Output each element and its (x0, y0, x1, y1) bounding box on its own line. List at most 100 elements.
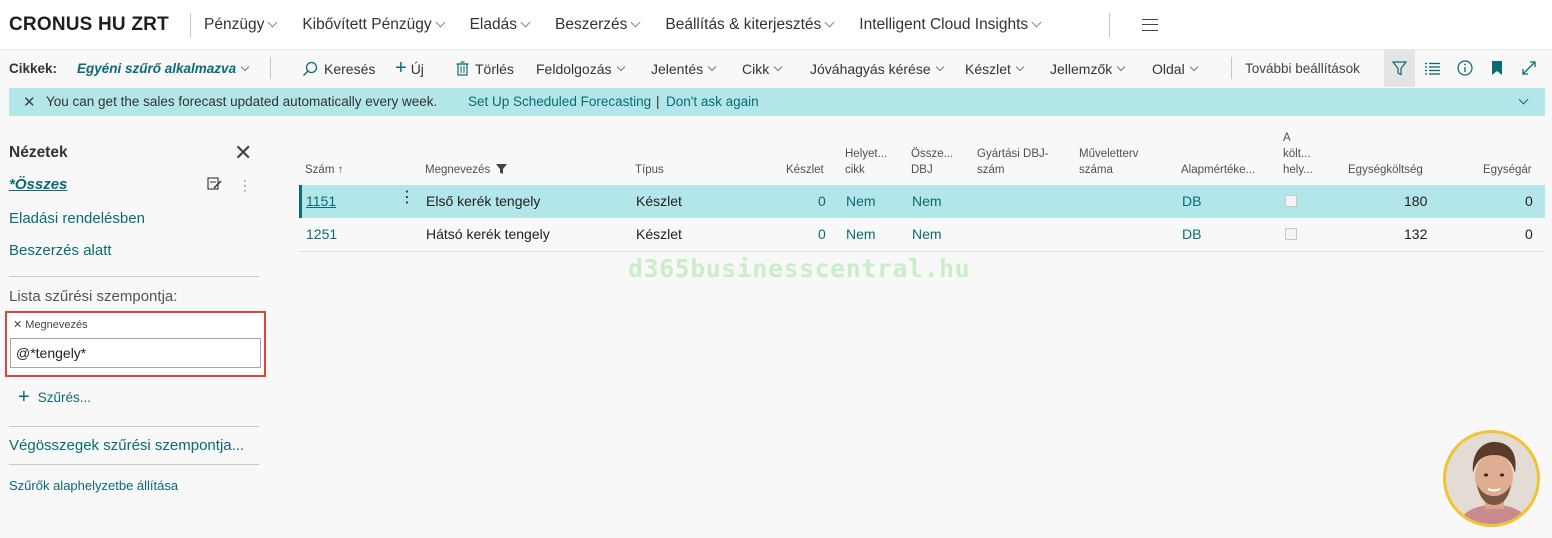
filter-icon (1392, 61, 1407, 76)
reset-filters-link[interactable]: Szűrők alaphelyzetbe állítása (9, 478, 178, 493)
column-header-production-bom[interactable]: Gyártási DBJ-szám (977, 146, 1049, 178)
chevron-down-icon (630, 17, 641, 28)
search-button[interactable]: Keresés (302, 50, 375, 87)
totals-filter-link[interactable]: Végösszegek szűrési szempontja... (9, 437, 244, 454)
nav-item-penzugy[interactable]: Pénzügy (204, 0, 278, 50)
chevron-down-icon[interactable] (1518, 94, 1529, 105)
page-label: Cikkek: (9, 61, 58, 76)
filter-field-box: ✕ Megnevezés @*tengely* (5, 311, 266, 377)
chevron-down-icon (773, 62, 783, 71)
cost-adjusted-checkbox (1285, 195, 1297, 207)
close-icon[interactable]: ✕ (234, 142, 252, 164)
column-header-unit-cost[interactable]: Egységköltség (1348, 162, 1423, 178)
attributes-menu[interactable]: Jellemzők (1050, 50, 1126, 87)
item-assembly-link[interactable]: Nem (912, 193, 942, 209)
column-header-base-uom[interactable]: Alapmértéke... (1181, 162, 1255, 178)
column-header-description[interactable]: Megnevezés (425, 162, 508, 178)
item-unit-cost: 180 (1404, 193, 1428, 209)
chevron-down-icon (824, 17, 835, 28)
filter-indicator[interactable]: Egyéni szűrő alkalmazva (77, 50, 250, 87)
more-options-icon[interactable]: · · · (243, 174, 247, 196)
view-purchase[interactable]: Beszerzés alatt (9, 242, 112, 259)
view-all[interactable]: *Összes (9, 176, 67, 193)
item-uom-link[interactable]: DB (1182, 193, 1201, 209)
list-filter-label: Lista szűrési szempontja: (9, 288, 178, 305)
item-inventory-link[interactable]: 0 (818, 193, 826, 209)
top-navigation: CRONUS HU ZRT Pénzügy Kibővített Pénzügy… (0, 0, 1552, 50)
list-view-icon[interactable] (1425, 62, 1440, 75)
info-icon[interactable] (1457, 60, 1473, 76)
new-button[interactable]: + Új (395, 50, 424, 87)
bookmark-icon[interactable] (1491, 60, 1503, 76)
chevron-down-icon (1117, 62, 1126, 71)
item-no-link[interactable]: 1251 (306, 226, 337, 242)
table-row[interactable]: 1251 Hátsó kerék tengely Készlet 0 Nem N… (299, 218, 1545, 251)
item-inventory-link[interactable]: 0 (818, 226, 826, 242)
column-header-inventory[interactable]: Készlet (786, 162, 824, 178)
delete-button[interactable]: Törlés (456, 50, 514, 87)
nav-item-beallitas[interactable]: Beállítás & kiterjesztés (665, 0, 835, 50)
close-icon[interactable]: ✕ (23, 93, 36, 111)
item-unit-cost: 132 (1404, 226, 1428, 242)
chevron-down-icon (935, 62, 944, 71)
filter-field-name: ✕ Megnevezés (13, 319, 88, 331)
chevron-down-icon (267, 17, 278, 28)
nav-item-intelligent-cloud[interactable]: Intelligent Cloud Insights (859, 0, 1042, 50)
divider (9, 464, 259, 465)
column-header-no[interactable]: Szám ↑ (305, 162, 343, 178)
table-row[interactable]: 1151 ⋮ Első kerék tengely Készlet 0 Nem … (299, 185, 1545, 218)
item-substitutes-link[interactable]: Nem (846, 226, 876, 242)
item-type: Készlet (636, 193, 682, 209)
banner-separator: | (656, 94, 660, 109)
column-header-type[interactable]: Típus (635, 162, 664, 178)
chevron-down-icon (240, 62, 250, 71)
column-header-routing[interactable]: Műveletterv száma (1079, 146, 1138, 178)
item-menu[interactable]: Cikk (742, 50, 783, 87)
cost-adjusted-checkbox (1285, 228, 1297, 240)
column-header-unit-price[interactable]: Egységár (1483, 162, 1532, 178)
item-description: Hátsó kerék tengely (426, 226, 550, 242)
item-description: Első kerék tengely (426, 193, 541, 209)
action-divider (270, 57, 271, 79)
view-sales-orders[interactable]: Eladási rendelésben (9, 210, 145, 227)
nav-item-beszerzes[interactable]: Beszerzés (555, 0, 641, 50)
trash-icon (456, 61, 469, 76)
setup-forecasting-link[interactable]: Set Up Scheduled Forecasting (468, 94, 651, 109)
chevron-down-icon (520, 17, 531, 28)
column-header-substitutes[interactable]: Helyet... cikk (845, 146, 887, 178)
nav-item-kibovitett-penzugy[interactable]: Kibővített Pénzügy (302, 0, 446, 50)
item-substitutes-link[interactable]: Nem (846, 193, 876, 209)
report-menu[interactable]: Jelentés (651, 50, 717, 87)
company-name[interactable]: CRONUS HU ZRT (0, 14, 190, 36)
item-uom-link[interactable]: DB (1182, 226, 1201, 242)
column-header-cost-adjusted[interactable]: Akölt... hely... (1283, 130, 1313, 178)
row-selection-marker (299, 185, 302, 218)
item-assembly-link[interactable]: Nem (912, 226, 942, 242)
nav-divider (1109, 13, 1110, 37)
avatar (1443, 430, 1540, 527)
filter-value-input[interactable]: @*tengely* (10, 338, 261, 368)
notification-banner: ✕ You can get the sales forecast updated… (9, 88, 1545, 116)
chevron-down-icon (1031, 17, 1042, 28)
save-view-icon[interactable] (207, 177, 223, 191)
remove-filter-icon[interactable]: ✕ (13, 319, 25, 331)
dont-ask-again-link[interactable]: Don't ask again (666, 94, 759, 109)
expand-icon[interactable] (1521, 60, 1537, 76)
column-header-assembly-bom[interactable]: Össze... DBJ (911, 146, 953, 178)
item-no-link[interactable]: 1151 (306, 193, 336, 209)
search-icon (303, 61, 318, 76)
row-actions-icon[interactable]: ⋮ (399, 190, 415, 206)
add-filter-button[interactable]: + Szűrés... (18, 386, 91, 409)
approval-menu[interactable]: Jóváhagyás kérése (810, 50, 944, 87)
divider (9, 276, 259, 277)
nav-item-eladas[interactable]: Eladás (470, 0, 531, 50)
filter-pane-toggle[interactable] (1384, 50, 1415, 87)
hamburger-menu-icon[interactable] (1142, 19, 1158, 31)
nav-divider (190, 12, 191, 37)
divider (9, 426, 259, 427)
process-menu[interactable]: Feldolgozás (536, 50, 625, 87)
inventory-menu[interactable]: Készlet (965, 50, 1025, 87)
page-menu[interactable]: Oldal (1152, 50, 1198, 87)
chevron-down-icon (1015, 62, 1025, 71)
more-options-button[interactable]: További beállítások (1245, 50, 1360, 87)
